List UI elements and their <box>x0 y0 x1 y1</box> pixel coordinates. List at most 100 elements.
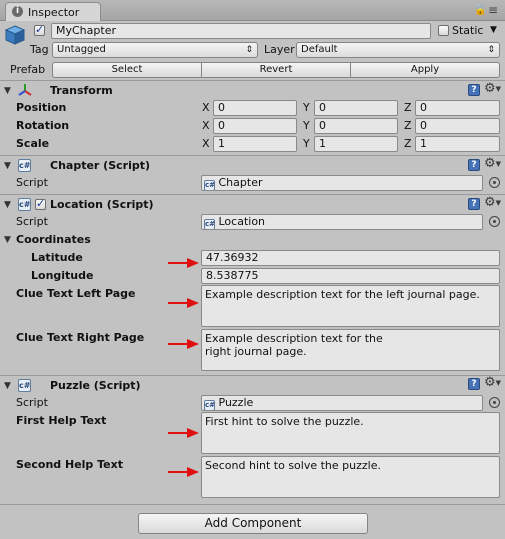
puzzle-title: Puzzle (Script) <box>50 379 141 392</box>
script-icon: c# <box>204 219 216 229</box>
first-help-textarea[interactable]: First hint to solve the puzzle. <box>201 412 500 454</box>
static-dropdown-icon[interactable]: ▼ <box>490 25 497 35</box>
script-icon: c# <box>18 198 31 211</box>
object-picker-icon[interactable] <box>489 216 500 227</box>
updown-icon: ⇕ <box>487 45 495 55</box>
add-component-button[interactable]: Add Component <box>138 513 368 534</box>
axis-y-label: Y <box>303 119 310 132</box>
second-help-label: Second Help Text <box>16 458 123 471</box>
lock-icon[interactable]: 🔒 <box>474 5 486 16</box>
tab-bar: i Inspector 🔒 ≡ <box>0 0 505 21</box>
static-label: Static <box>452 24 484 37</box>
tag-value: Untagged <box>57 44 106 55</box>
clue-right-textarea[interactable]: Example description text for the right j… <box>201 329 500 371</box>
static-checkbox[interactable] <box>438 25 449 36</box>
axis-x-label: X <box>202 119 210 132</box>
prefab-select-button[interactable]: Select <box>52 62 202 78</box>
location-script-value: Location <box>218 215 266 228</box>
divider <box>0 155 505 156</box>
clue-left-textarea[interactable]: Example description text for the left jo… <box>201 285 500 327</box>
transform-icon <box>18 83 32 97</box>
tab-inspector-label: Inspector <box>28 6 80 19</box>
location-enabled-checkbox[interactable] <box>35 197 46 210</box>
axis-z-label: Z <box>404 119 412 132</box>
chapter-title: Chapter (Script) <box>50 159 150 172</box>
object-picker-icon[interactable] <box>489 397 500 408</box>
script-icon: c# <box>204 180 216 190</box>
prefab-label: Prefab <box>10 63 46 76</box>
tab-menu-icon[interactable]: ≡ <box>488 3 498 17</box>
position-z-field[interactable]: 0 <box>415 100 500 116</box>
scale-x-field[interactable]: 1 <box>213 136 297 152</box>
axis-x-label: X <box>202 101 210 114</box>
object-picker-icon[interactable] <box>489 177 500 188</box>
puzzle-script-label: Script <box>16 396 48 409</box>
gear-icon[interactable]: ⚙▼ <box>484 376 501 390</box>
annotation-arrow <box>168 258 200 268</box>
layer-dropdown[interactable]: Default ⇕ <box>296 42 500 58</box>
gameobject-icon <box>4 24 26 46</box>
tab-inspector[interactable]: i Inspector <box>5 2 101 21</box>
gear-icon[interactable]: ⚙▼ <box>484 196 501 210</box>
latitude-field[interactable]: 47.36932 <box>201 250 500 266</box>
second-help-textarea[interactable]: Second hint to solve the puzzle. <box>201 456 500 498</box>
updown-icon: ⇕ <box>245 45 253 55</box>
prefab-apply-button[interactable]: Apply <box>350 62 500 78</box>
help-icon[interactable]: ? <box>468 198 480 210</box>
foldout-icon[interactable]: ▼ <box>4 381 11 391</box>
longitude-label: Longitude <box>31 269 94 282</box>
position-label: Position <box>16 101 67 114</box>
divider <box>0 375 505 376</box>
gear-icon[interactable]: ⚙▼ <box>484 157 501 171</box>
foldout-icon[interactable]: ▼ <box>4 200 11 210</box>
name-field[interactable]: MyChapter <box>51 23 431 39</box>
chapter-script-label: Script <box>16 176 48 189</box>
axis-y-label: Y <box>303 137 310 150</box>
chapter-script-field[interactable]: c# Chapter <box>201 175 483 191</box>
location-title: Location (Script) <box>50 198 154 211</box>
scale-label: Scale <box>16 137 50 150</box>
annotation-arrow <box>168 467 200 477</box>
position-x-field[interactable]: 0 <box>213 100 297 116</box>
rotation-label: Rotation <box>16 119 70 132</box>
divider <box>0 504 505 505</box>
coordinates-label: Coordinates <box>16 233 91 246</box>
foldout-icon[interactable]: ▼ <box>4 235 11 245</box>
prefab-revert-button[interactable]: Revert <box>201 62 351 78</box>
tag-dropdown[interactable]: Untagged ⇕ <box>52 42 258 58</box>
longitude-field[interactable]: 8.538775 <box>201 268 500 284</box>
puzzle-script-value: Puzzle <box>218 396 254 409</box>
clue-right-label: Clue Text Right Page <box>16 331 145 344</box>
location-script-field[interactable]: c# Location <box>201 214 483 230</box>
axis-x-label: X <box>202 137 210 150</box>
gear-icon[interactable]: ⚙▼ <box>484 82 501 96</box>
transform-title: Transform <box>50 84 113 97</box>
foldout-icon[interactable]: ▼ <box>4 161 11 171</box>
position-y-field[interactable]: 0 <box>314 100 398 116</box>
rotation-x-field[interactable]: 0 <box>213 118 297 134</box>
location-script-label: Script <box>16 215 48 228</box>
help-icon[interactable]: ? <box>468 159 480 171</box>
annotation-arrow <box>168 428 200 438</box>
first-help-label: First Help Text <box>16 414 107 427</box>
rotation-z-field[interactable]: 0 <box>415 118 500 134</box>
tag-label: Tag <box>30 43 49 56</box>
divider <box>0 80 505 81</box>
script-icon: c# <box>204 400 216 410</box>
script-icon: c# <box>18 159 31 172</box>
info-icon: i <box>12 6 23 17</box>
help-icon[interactable]: ? <box>468 378 480 390</box>
annotation-arrow <box>168 339 200 349</box>
layer-value: Default <box>301 44 338 55</box>
puzzle-script-field[interactable]: c# Puzzle <box>201 395 483 411</box>
foldout-icon[interactable]: ▼ <box>4 86 11 96</box>
divider <box>0 194 505 195</box>
help-icon[interactable]: ? <box>468 84 480 96</box>
active-checkbox[interactable] <box>34 23 45 36</box>
axis-z-label: Z <box>404 101 412 114</box>
rotation-y-field[interactable]: 0 <box>314 118 398 134</box>
scale-z-field[interactable]: 1 <box>415 136 500 152</box>
axis-z-label: Z <box>404 137 412 150</box>
scale-y-field[interactable]: 1 <box>314 136 398 152</box>
clue-left-label: Clue Text Left Page <box>16 287 136 300</box>
